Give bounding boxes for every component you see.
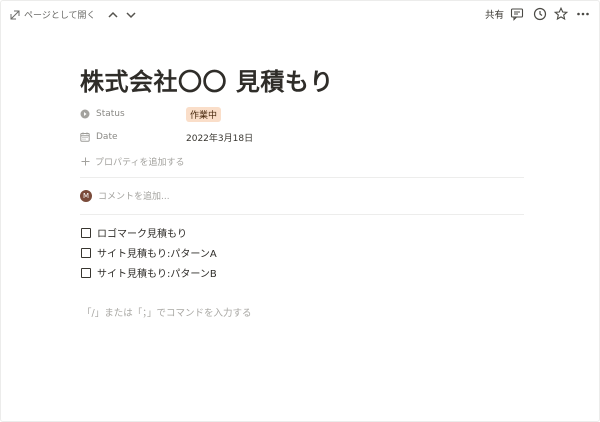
comment-placeholder: コメントを追加... xyxy=(98,192,170,202)
more-icon[interactable] xyxy=(575,6,591,22)
todo-checkbox[interactable] xyxy=(81,227,91,238)
todo-checkbox[interactable] xyxy=(81,267,91,278)
top-bar: ページとして開く 共有 xyxy=(0,0,600,30)
todo-label[interactable]: ロゴマーク見積もり xyxy=(97,225,187,240)
todo-checkbox[interactable] xyxy=(81,247,91,258)
open-as-page-button[interactable]: ページとして開く xyxy=(10,8,96,21)
chevron-down-icon[interactable] xyxy=(124,8,138,22)
comment-input[interactable]: M コメントを追加... xyxy=(80,189,170,202)
divider xyxy=(80,214,524,215)
divider xyxy=(80,177,524,178)
share-button[interactable]: 共有 xyxy=(485,7,504,21)
status-label: Status xyxy=(96,109,125,119)
plus-icon xyxy=(81,157,90,166)
clock-icon[interactable] xyxy=(532,6,548,22)
page-title[interactable]: 株式会社〇〇 見積もり xyxy=(80,62,334,97)
open-page-icon xyxy=(10,10,20,19)
command-placeholder[interactable]: 「/」または「；」でコマンドを入力する xyxy=(82,305,251,319)
todo-label[interactable]: サイト見積もり:パターンA xyxy=(97,245,217,260)
comment-icon[interactable] xyxy=(509,6,525,22)
add-property-label: プロパティを追加する xyxy=(95,158,185,168)
chevron-up-icon[interactable] xyxy=(106,8,120,22)
property-date: Date 2022年3月18日 xyxy=(80,129,253,145)
avatar: M xyxy=(80,189,92,202)
property-status: Status 作業中 xyxy=(80,106,222,122)
open-as-page-label: ページとして開く xyxy=(24,11,96,21)
todo-item: サイト見積もり:パターンA xyxy=(81,245,217,260)
todo-item: サイト見積もり:パターンB xyxy=(81,265,217,280)
status-icon xyxy=(80,109,90,119)
date-value[interactable]: 2022年3月18日 xyxy=(186,131,253,144)
date-label: Date xyxy=(96,132,118,142)
todo-item: ロゴマーク見積もり xyxy=(81,225,187,240)
todo-label[interactable]: サイト見積もり:パターンB xyxy=(97,265,217,280)
status-badge[interactable]: 作業中 xyxy=(186,106,222,122)
add-property-button[interactable]: プロパティを追加する xyxy=(81,155,184,168)
star-icon[interactable] xyxy=(553,6,569,22)
calendar-icon xyxy=(80,132,90,142)
